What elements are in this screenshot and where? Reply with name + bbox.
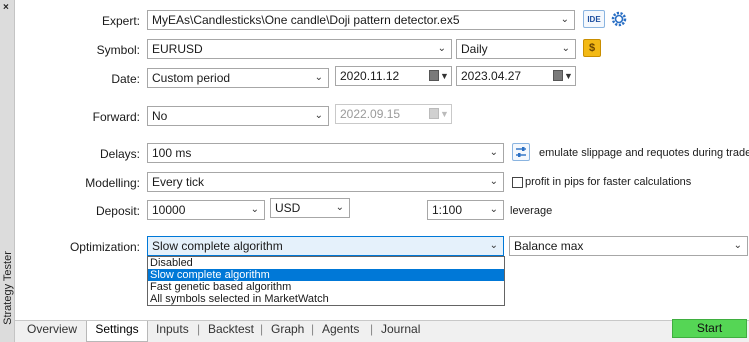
profit-in-pips-label: profit in pips for faster calculations xyxy=(525,176,692,188)
tab-inputs[interactable]: Inputs xyxy=(156,321,189,342)
expert-value: MyEAs\Candlesticks\One candle\Doji patte… xyxy=(152,13,460,27)
date-label: Date: xyxy=(111,72,140,86)
leverage-select[interactable]: 1:100 ⌄ xyxy=(427,200,504,220)
date-to-value: 2023.04.27 xyxy=(461,69,522,83)
deposit-select[interactable]: 10000 ⌄ xyxy=(147,200,265,220)
delays-label: Delays: xyxy=(99,147,140,161)
symbol-value: EURUSD xyxy=(152,42,203,56)
tab-separator: | xyxy=(370,322,374,336)
modelling-select[interactable]: Every tick ⌄ xyxy=(147,172,504,192)
optimization-select[interactable]: Slow complete algorithm ⌄ xyxy=(147,236,504,256)
chevron-down-icon: ⌄ xyxy=(560,14,569,25)
currency-value: USD xyxy=(275,201,301,215)
deposit-label: Deposit: xyxy=(95,204,140,218)
dropdown-option-slow-complete[interactable]: Slow complete algorithm xyxy=(148,269,504,281)
symbol-label: Symbol: xyxy=(96,43,140,57)
dropdown-option-all-symbols[interactable]: All symbols selected in MarketWatch xyxy=(148,293,504,305)
tab-settings[interactable]: Settings xyxy=(86,321,148,342)
optimization-value: Slow complete algorithm xyxy=(152,239,283,253)
timeframe-select[interactable]: Daily ⌄ xyxy=(456,39,576,59)
delays-select[interactable]: 100 ms ⌄ xyxy=(147,143,504,163)
criterion-select[interactable]: Balance max ⌄ xyxy=(509,236,748,256)
tab-overview[interactable]: Overview xyxy=(27,321,77,342)
chevron-down-icon: ⌄ xyxy=(314,72,323,83)
date-mode-select[interactable]: Custom period ⌄ xyxy=(147,68,329,88)
tab-backtest[interactable]: Backtest xyxy=(208,321,254,342)
calendar-icon[interactable]: ▼ xyxy=(553,70,573,82)
date-mode-value: Custom period xyxy=(152,71,231,85)
tab-graph[interactable]: Graph xyxy=(271,321,304,342)
coin-icon: $ xyxy=(588,42,596,54)
tab-separator: | xyxy=(260,322,264,336)
forward-label: Forward: xyxy=(92,110,140,124)
calendar-icon[interactable]: ▼ xyxy=(429,70,449,82)
tab-journal[interactable]: Journal xyxy=(381,321,420,342)
forward-value: No xyxy=(152,109,168,123)
delays-note: emulate slippage and requotes during tra… xyxy=(539,147,749,159)
tab-separator: | xyxy=(311,322,315,336)
forward-date-picker: 2022.09.15 ▼ xyxy=(335,104,452,124)
gear-icon xyxy=(611,11,627,27)
leverage-label: leverage xyxy=(510,205,553,217)
chevron-down-icon: ⌄ xyxy=(437,43,446,54)
forward-select[interactable]: No ⌄ xyxy=(147,106,329,126)
forward-date-value: 2022.09.15 xyxy=(340,107,401,121)
optimization-dropdown: Disabled Slow complete algorithm Fast ge… xyxy=(147,256,505,306)
expert-select[interactable]: MyEAs\Candlesticks\One candle\Doji patte… xyxy=(147,10,575,30)
sliders-icon xyxy=(516,147,526,157)
chevron-down-icon: ⌄ xyxy=(250,204,259,215)
deposit-value: 10000 xyxy=(152,203,186,217)
delays-settings-button[interactable] xyxy=(512,143,530,161)
tab-agents[interactable]: Agents xyxy=(322,321,359,342)
modelling-label: Modelling: xyxy=(85,176,140,190)
chevron-down-icon: ⌄ xyxy=(489,176,498,187)
expert-label: Expert: xyxy=(101,14,140,28)
date-from-value: 2020.11.12 xyxy=(340,69,400,83)
close-icon[interactable]: × xyxy=(3,2,9,13)
delays-value: 100 ms xyxy=(152,146,192,160)
tab-bar: Overview Settings Inputs | Backtest | Gr… xyxy=(15,320,749,342)
leverage-value: 1:100 xyxy=(432,203,463,217)
chevron-down-icon: ⌄ xyxy=(489,240,498,251)
profit-in-pips-checkbox[interactable] xyxy=(512,177,523,188)
ide-button[interactable]: IDE xyxy=(583,10,605,28)
currency-select[interactable]: USD ⌄ xyxy=(270,198,350,218)
ide-icon: IDE xyxy=(587,15,601,24)
date-to-picker[interactable]: 2023.04.27 ▼ xyxy=(456,66,576,86)
chevron-down-icon: ⌄ xyxy=(489,147,498,158)
chevron-down-icon: ⌄ xyxy=(733,240,742,251)
timeframe-value: Daily xyxy=(461,42,488,56)
symbol-properties-button[interactable]: $ xyxy=(583,39,601,57)
chevron-down-icon: ⌄ xyxy=(335,202,344,213)
date-from-picker[interactable]: 2020.11.12 ▼ xyxy=(335,66,452,86)
dropdown-option-disabled[interactable]: Disabled xyxy=(148,257,504,269)
chevron-down-icon: ⌄ xyxy=(561,43,570,54)
criterion-value: Balance max xyxy=(514,239,584,253)
calendar-icon: ▼ xyxy=(429,108,449,120)
chevron-down-icon: ⌄ xyxy=(489,204,498,215)
sidebar-title: Strategy Tester xyxy=(2,251,14,325)
start-button[interactable]: Start xyxy=(672,319,747,338)
dropdown-option-fast-genetic[interactable]: Fast genetic based algorithm xyxy=(148,281,504,293)
tab-separator: | xyxy=(197,322,201,336)
modelling-value: Every tick xyxy=(152,175,205,189)
expert-settings-button[interactable] xyxy=(610,10,628,28)
side-panel: × Strategy Tester xyxy=(0,0,15,342)
symbol-select[interactable]: EURUSD ⌄ xyxy=(147,39,452,59)
optimization-label: Optimization: xyxy=(69,240,140,254)
chevron-down-icon: ⌄ xyxy=(314,110,323,121)
